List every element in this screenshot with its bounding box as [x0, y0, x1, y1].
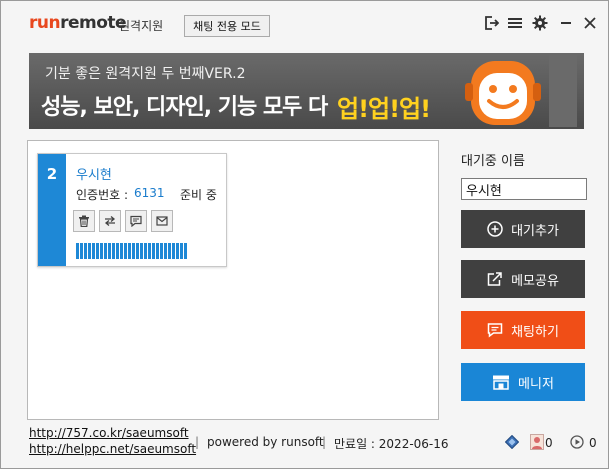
count-left: 0: [545, 436, 553, 450]
title-bar: runremote 원격지원 채팅 전용 모드: [1, 1, 608, 45]
minimize-icon[interactable]: [557, 14, 575, 32]
progress-tick: [144, 243, 147, 259]
diamond-icon[interactable]: [504, 434, 520, 450]
progress-tick: [168, 243, 171, 259]
mascot-icon: [465, 55, 577, 127]
progress-tick: [156, 243, 159, 259]
chat-label: 채팅하기: [511, 324, 559, 340]
footer-separator: |: [195, 435, 200, 449]
progress-tick: [160, 243, 163, 259]
progress-tick: [108, 243, 111, 259]
progress-tick: [176, 243, 179, 259]
progress-tick: [124, 243, 127, 259]
mail-icon: [156, 216, 168, 226]
chat-button[interactable]: 채팅하기: [461, 311, 585, 349]
exit-icon[interactable]: [482, 14, 500, 32]
progress-tick: [120, 243, 123, 259]
chat-only-mode-button[interactable]: 채팅 전용 모드: [184, 15, 270, 37]
chat-bubble-icon: [487, 323, 503, 338]
progress-tick: [116, 243, 119, 259]
progress-tick: [112, 243, 115, 259]
progress-tick: [184, 243, 187, 259]
session-card[interactable]: 2 우시현 인증번호 : 6131 준비 중: [37, 153, 227, 267]
delete-session-button[interactable]: [73, 210, 95, 232]
gear-icon[interactable]: [531, 14, 549, 32]
progress-tick: [152, 243, 155, 259]
link-helppc[interactable]: http://helppc.net/saeumsoft: [29, 441, 196, 457]
close-icon[interactable]: [581, 14, 599, 32]
progress-tick: [164, 243, 167, 259]
waiting-name-input[interactable]: [461, 178, 587, 200]
manager-button[interactable]: 메니저: [461, 363, 585, 401]
progress-tick: [96, 243, 99, 259]
link-757[interactable]: http://757.co.kr/saeumsoft: [29, 425, 196, 441]
session-progress-bar: [76, 243, 187, 259]
add-waiting-button[interactable]: 대기추가: [461, 210, 585, 248]
expiry-date-text: 만료일 : 2022-06-16: [334, 437, 449, 451]
powered-by-text: powered by runsoft: [207, 435, 324, 449]
share-memo-button[interactable]: 메모공유: [461, 260, 585, 298]
transfer-session-button[interactable]: [99, 210, 121, 232]
progress-tick: [180, 243, 183, 259]
progress-tick: [128, 243, 131, 259]
progress-tick: [88, 243, 91, 259]
share-icon: [487, 272, 502, 286]
menu-icon[interactable]: [506, 14, 524, 32]
share-memo-label: 메모공유: [511, 273, 559, 289]
progress-tick: [100, 243, 103, 259]
footer-separator: |: [322, 435, 327, 449]
progress-tick: [92, 243, 95, 259]
banner-line1: 기분 좋은 원격지원 두 번째VER.2: [45, 66, 246, 82]
app-logo: runremote: [29, 13, 127, 33]
manager-label: 메니저: [518, 376, 554, 392]
session-actions: [73, 210, 173, 232]
add-waiting-label: 대기추가: [511, 223, 559, 239]
progress-tick: [104, 243, 107, 259]
session-name[interactable]: 우시현: [76, 164, 112, 183]
progress-tick: [172, 243, 175, 259]
mail-session-button[interactable]: [151, 210, 173, 232]
waiting-name-label: 대기중 이름: [461, 154, 525, 169]
chat-session-button[interactable]: [125, 210, 147, 232]
promo-banner[interactable]: 기분 좋은 원격지원 두 번째VER.2 성능, 보안, 디자인, 기능 모두 …: [29, 53, 584, 129]
logo-subtitle: 원격지원: [119, 19, 164, 33]
progress-tick: [132, 243, 135, 259]
user-icon[interactable]: [529, 434, 545, 450]
session-status: 준비 중: [180, 188, 217, 202]
auth-number-label: 인증번호 :: [76, 188, 129, 202]
progress-tick: [136, 243, 139, 259]
transfer-icon: [104, 216, 116, 226]
logo-remote: remote: [60, 13, 127, 33]
plus-circle-icon: [487, 221, 503, 237]
session-number: 2: [38, 154, 66, 266]
play-icon[interactable]: [569, 434, 585, 450]
chat-icon: [130, 215, 142, 227]
auth-number-value: 6131: [134, 186, 165, 200]
progress-tick: [148, 243, 151, 259]
trash-icon: [79, 215, 89, 227]
progress-tick: [84, 243, 87, 259]
banner-highlight: 업!업!업!: [337, 95, 431, 123]
banner-line2: 성능, 보안, 디자인, 기능 모두 다: [41, 95, 328, 120]
session-list[interactable]: 2 우시현 인증번호 : 6131 준비 중: [27, 140, 439, 420]
app-window: runremote 원격지원 채팅 전용 모드 기분 좋은 원격지원 두 번째V…: [0, 0, 609, 469]
progress-tick: [80, 243, 83, 259]
footer-links: http://757.co.kr/saeumsoft http://helppc…: [29, 425, 196, 457]
store-icon: [493, 375, 510, 390]
logo-run: run: [29, 13, 61, 33]
progress-tick: [140, 243, 143, 259]
progress-tick: [76, 243, 79, 259]
count-right: 0: [589, 436, 597, 450]
